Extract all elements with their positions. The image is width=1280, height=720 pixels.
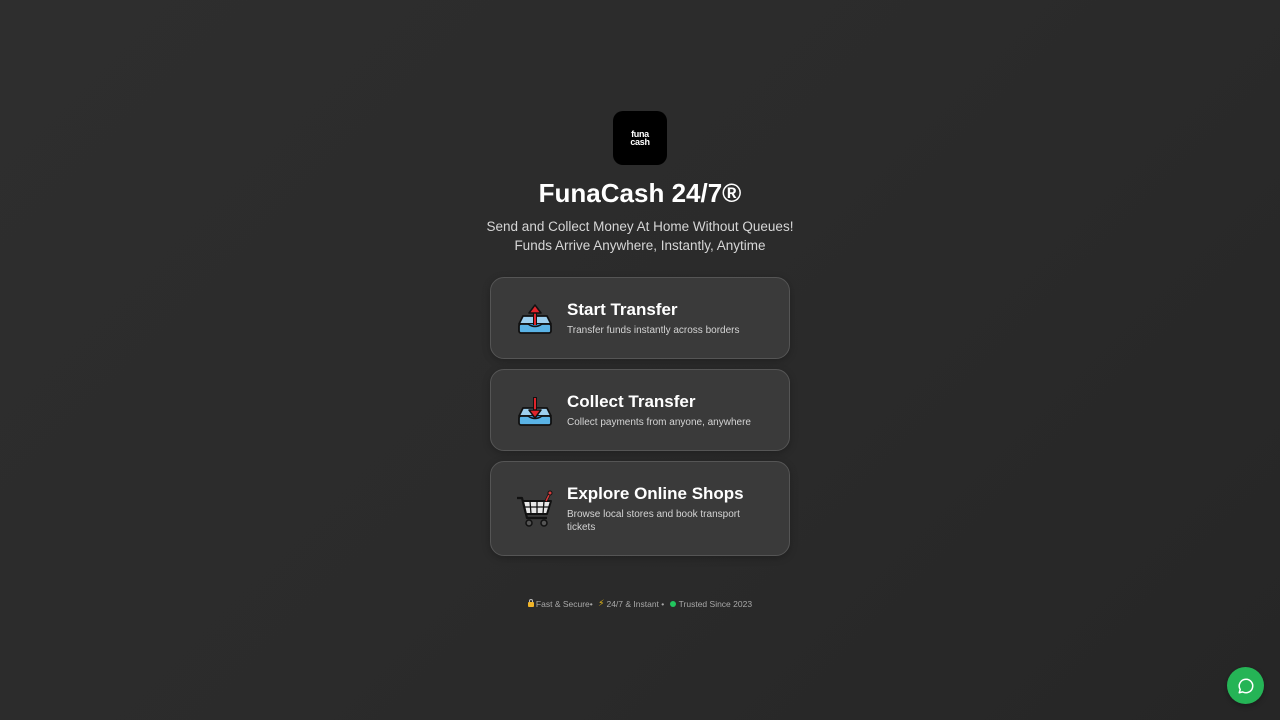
inbox-tray-icon (518, 397, 552, 426)
trust-badges: Fast & Secure• ⚡ 24/7 & Instant • Trusted… (0, 598, 1280, 609)
card-description: Collect payments from anyone, anywhere (567, 417, 751, 428)
separator: • (661, 598, 665, 609)
lightning-icon: ⚡ (598, 598, 605, 609)
subtitle-line-1: Send and Collect Money At Home Without Q… (486, 219, 794, 234)
funacash-logo: funa cash (613, 111, 667, 165)
chat-button[interactable] (1227, 667, 1264, 704)
chat-bubble-icon (1237, 677, 1253, 693)
explore-shops-card[interactable]: Explore Online Shops Browse local stores… (490, 461, 790, 556)
logo-wordmark: funa cash (630, 130, 650, 147)
logo-line-2: cash (630, 137, 650, 147)
shopping-cart-icon (517, 490, 553, 527)
badge-trusted: Trusted Since 2023 (678, 598, 753, 609)
landing-page: funa cash FunaCash 24/7® Send and Collec… (0, 0, 1280, 720)
card-description: Transfer funds instantly across borders (567, 325, 740, 336)
page-title: FunaCash 24/7® (538, 178, 742, 208)
card-title: Explore Online Shops (567, 484, 744, 503)
card-title: Start Transfer (567, 300, 678, 319)
collect-transfer-card[interactable]: Collect Transfer Collect payments from a… (490, 369, 790, 451)
lock-icon (527, 599, 534, 608)
separator: • (589, 598, 593, 609)
subtitle-line-2: Funds Arrive Anywhere, Instantly, Anytim… (514, 238, 766, 253)
badge-instant: 24/7 & Instant (606, 598, 659, 609)
card-description: Browse local stores and book transport t… (567, 509, 740, 533)
badge-fast-secure: Fast & Secure (535, 598, 590, 609)
start-transfer-card[interactable]: Start Transfer Transfer funds instantly … (490, 277, 790, 359)
card-title: Collect Transfer (567, 392, 696, 411)
outbox-tray-icon (518, 304, 552, 334)
green-dot-icon (669, 600, 676, 607)
